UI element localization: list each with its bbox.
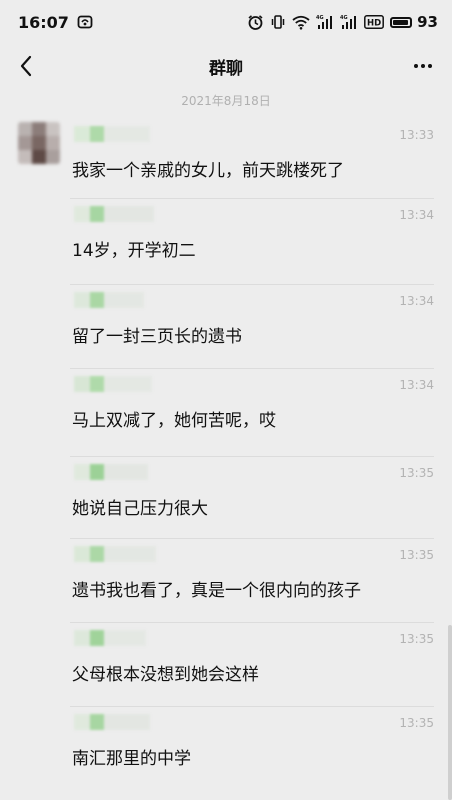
divider (70, 456, 434, 457)
sender-name-blurred (74, 714, 150, 732)
message-item[interactable]: 13:35 她说自己压力很大 (70, 456, 434, 536)
message-item[interactable]: 13:35 南汇那里的中学 (70, 706, 434, 786)
message-item[interactable]: 13:35 遗书我也看了，真是一个很内向的孩子 (70, 538, 434, 618)
divider (70, 198, 434, 199)
divider (70, 538, 434, 539)
message-time: 13:34 (399, 294, 434, 308)
message-text: 我家一个亲戚的女儿，前天跳楼死了 (72, 161, 344, 181)
message-text: 马上双减了，她何苦呢，哎 (72, 411, 276, 431)
message-text: 她说自己压力很大 (72, 499, 208, 519)
message-item[interactable]: 13:34 14岁，开学初二 (70, 198, 434, 278)
message-item[interactable]: 13:34 留了一封三页长的遗书 (70, 284, 434, 364)
message-item[interactable]: 13:33 我家一个亲戚的女儿，前天跳楼死了 (70, 118, 434, 198)
message-time: 13:33 (399, 128, 434, 142)
sender-name-blurred (74, 126, 150, 144)
message-time: 13:35 (399, 632, 434, 646)
message-time: 13:35 (399, 466, 434, 480)
message-text: 14岁，开学初二 (72, 241, 196, 261)
sender-name-blurred (74, 464, 148, 482)
divider (70, 368, 434, 369)
message-time: 13:35 (399, 716, 434, 730)
divider (70, 284, 434, 285)
message-list: 13:33 我家一个亲戚的女儿，前天跳楼死了 13:34 14岁，开学初二 13… (0, 0, 452, 800)
divider (70, 706, 434, 707)
message-text: 遗书我也看了，真是一个很内向的孩子 (72, 581, 361, 601)
message-text: 父母根本没想到她会这样 (72, 665, 259, 685)
scrollbar[interactable] (448, 625, 452, 800)
sender-name-blurred (74, 292, 144, 310)
sender-name-blurred (74, 546, 156, 564)
sender-name-blurred (74, 206, 154, 224)
message-item[interactable]: 13:35 父母根本没想到她会这样 (70, 622, 434, 702)
message-text: 留了一封三页长的遗书 (72, 327, 242, 347)
message-time: 13:35 (399, 548, 434, 562)
message-item[interactable]: 13:34 马上双减了，她何苦呢，哎 (70, 368, 434, 448)
sender-name-blurred (74, 630, 146, 648)
divider (70, 622, 434, 623)
message-time: 13:34 (399, 208, 434, 222)
message-text: 南汇那里的中学 (72, 749, 191, 769)
sender-name-blurred (74, 376, 152, 394)
message-time: 13:34 (399, 378, 434, 392)
